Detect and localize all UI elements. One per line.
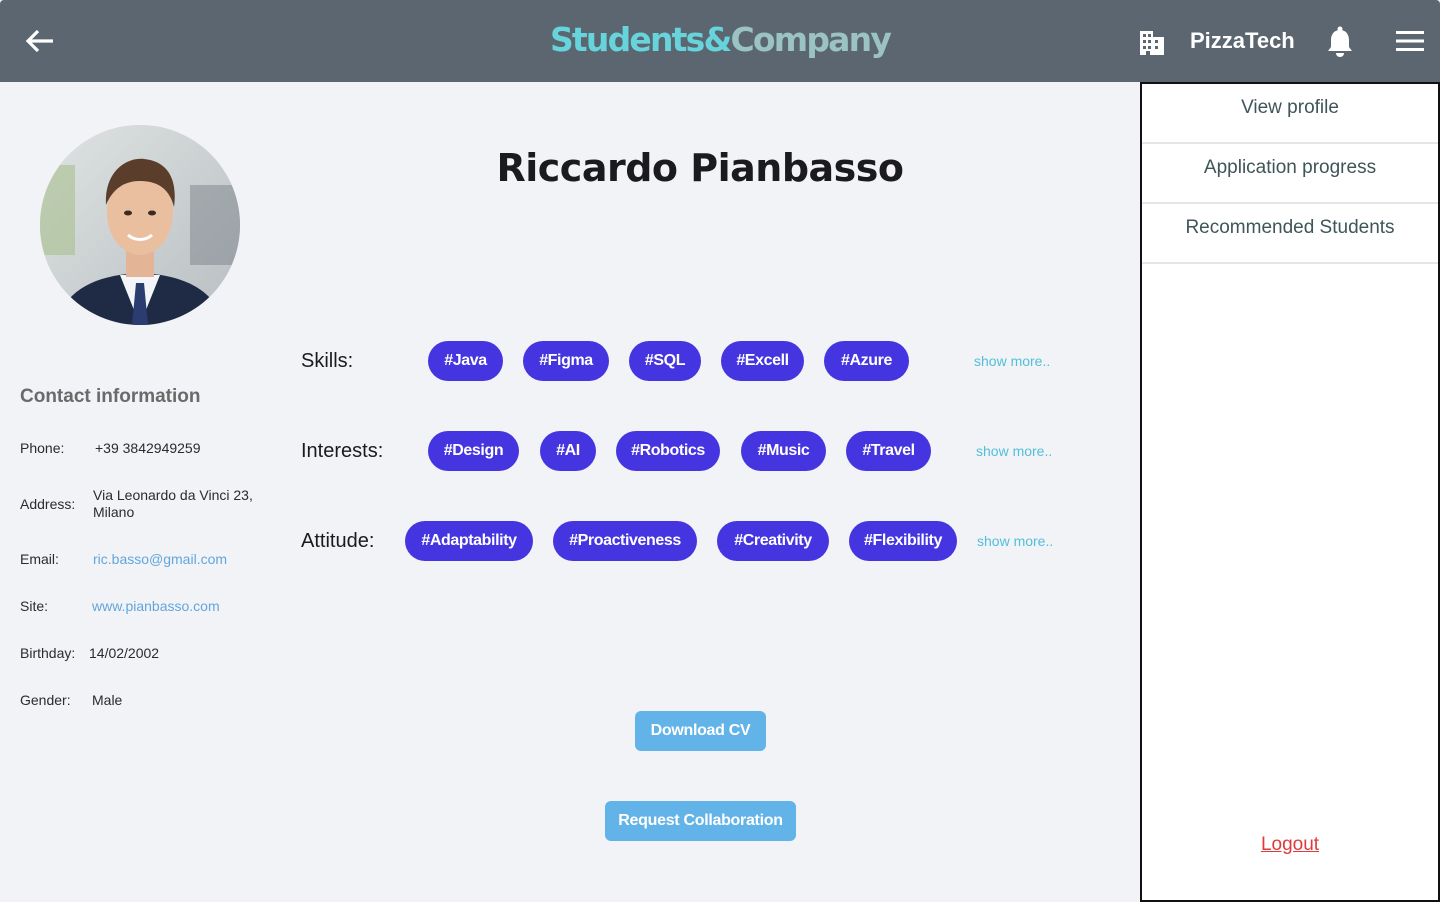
logo-text-students: Students& [549,20,732,59]
phone-label: Phone: [20,440,65,456]
address-line2: Milano [93,504,135,520]
skills-show-more-link[interactable]: show more.. [974,353,1050,369]
interest-tag[interactable]: #Design [428,431,519,471]
interest-tag[interactable]: #AI [540,431,596,471]
skill-tag[interactable]: #Azure [824,341,909,381]
attitude-tag[interactable]: #Proactiveness [553,521,697,561]
address-label: Address: [20,496,76,512]
gender-label: Gender: [20,692,71,708]
logo-text-company: Company [730,20,891,59]
attitude-tag[interactable]: #Creativity [717,521,829,561]
site-link[interactable]: www.pianbasso.com [92,598,220,615]
bell-icon [1328,26,1352,57]
notifications-button[interactable] [1326,26,1354,58]
skill-tag[interactable]: #Java [428,341,503,381]
download-cv-button[interactable]: Download CV [635,711,766,751]
site-label: Site: [20,598,49,614]
hamburger-menu-icon [1396,31,1424,51]
attitude-tag[interactable]: #Flexibility [849,521,957,561]
menu-item-view-profile[interactable]: View profile [1142,84,1438,144]
side-menu: View profile Application progress Recomm… [1140,82,1440,902]
top-bar: Students&Company PizzaTech [0,0,1440,82]
request-collaboration-button[interactable]: Request Collaboration [605,801,796,841]
address-value: Via Leonardo da Vinci 23, Milano [93,487,253,521]
birthday-label: Birthday: [20,645,76,661]
address-line1: Via Leonardo da Vinci 23, [93,487,253,503]
skill-tag[interactable]: #Excell [721,341,804,381]
birthday-value: 14/02/2002 [89,645,160,661]
menu-button[interactable] [1395,30,1425,52]
skill-tag[interactable]: #Figma [523,341,609,381]
interests-label: Interests: [301,440,384,462]
logout-link[interactable]: Logout [1142,834,1438,856]
menu-item-recommended-students[interactable]: Recommended Students [1142,204,1438,264]
phone-value: +39 3842949259 [95,440,201,456]
attitude-show-more-link[interactable]: show more.. [977,533,1053,549]
building-icon [1138,28,1166,56]
interest-tag[interactable]: #Travel [846,431,931,471]
attitude-label: Attitude: [301,530,375,552]
email-label: Email: [20,551,59,567]
company-name: PizzaTech [1190,28,1295,53]
interest-tag[interactable]: #Music [741,431,826,471]
attitude-tag[interactable]: #Adaptability [405,521,533,561]
menu-item-application-progress[interactable]: Application progress [1142,144,1438,204]
skill-tag[interactable]: #SQL [629,341,701,381]
student-name: Riccardo Pianbasso [496,146,904,190]
interests-show-more-link[interactable]: show more.. [976,443,1052,459]
skills-label: Skills: [301,350,354,372]
gender-value: Male [92,692,123,708]
contact-info-title: Contact information [20,386,201,407]
interest-tag[interactable]: #Robotics [616,431,720,471]
email-link[interactable]: ric.basso@gmail.com [93,551,227,568]
profile-avatar [40,125,240,325]
